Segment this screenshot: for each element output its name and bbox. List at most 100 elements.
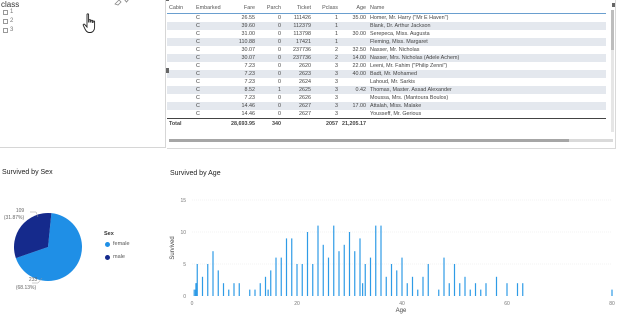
- resize-handle[interactable]: [612, 3, 615, 7]
- bar[interactable]: [285, 238, 288, 296]
- table-row[interactable]: C 39.60 0 112379 1 Blank, Dr. Arthur Jackson: [167, 22, 606, 30]
- bar[interactable]: [448, 283, 450, 296]
- bar[interactable]: [422, 276, 424, 296]
- bar[interactable]: [267, 289, 269, 296]
- bar[interactable]: [322, 244, 324, 296]
- bar[interactable]: [516, 283, 519, 296]
- column-header-ticket[interactable]: Ticket: [283, 0, 313, 14]
- resize-handle[interactable]: [166, 68, 169, 73]
- bar[interactable]: [480, 289, 482, 296]
- bar[interactable]: [222, 283, 225, 296]
- column-header-cabin[interactable]: Cabin: [167, 0, 194, 14]
- column-header-embarked[interactable]: Embarked: [194, 0, 228, 14]
- bar[interactable]: [469, 289, 471, 296]
- table-row[interactable]: C 8.52 1 2625 3 0.42 Thomas, Master. Assad Ale…: [167, 86, 606, 94]
- vertical-scrollbar-thumb[interactable]: [611, 10, 614, 50]
- bar[interactable]: [275, 257, 277, 296]
- bar[interactable]: [249, 289, 251, 296]
- bar[interactable]: [217, 270, 219, 296]
- filter-slicer-card[interactable]: class 1 2 3: [0, 0, 166, 148]
- bar[interactable]: [333, 225, 335, 296]
- table-row[interactable]: C 26.55 0 111426 1 35.00 Homer, Mr. Harry ("Mr…: [167, 14, 606, 23]
- bar[interactable]: [459, 283, 461, 296]
- column-header-name[interactable]: Name: [367, 0, 606, 14]
- checkbox-icon[interactable]: [3, 9, 8, 15]
- bar[interactable]: [193, 289, 195, 296]
- bar[interactable]: [196, 264, 198, 296]
- table-row[interactable]: C 110.88 0 17421 1 Fleming, Miss. Margaret: [167, 38, 606, 46]
- bar[interactable]: [212, 251, 214, 296]
- bar[interactable]: [254, 289, 256, 296]
- bar[interactable]: [417, 289, 419, 296]
- bar[interactable]: [474, 283, 477, 296]
- column-header-pclass[interactable]: Pclass: [313, 0, 340, 14]
- table-row[interactable]: C 30.07 0 237736 2 32.50 Nasser, Mr. Nicholas: [167, 46, 606, 54]
- bar[interactable]: [396, 270, 398, 296]
- bar[interactable]: [522, 283, 524, 296]
- bar[interactable]: [343, 244, 345, 296]
- bar-chart[interactable]: 0 5 10 15 0 20 40 60 80 Survived Age: [168, 180, 618, 316]
- filter-option-1[interactable]: 1: [3, 9, 13, 15]
- passenger-table-card[interactable]: Cabin Embarked Fare Parch Ticket Pclass Age Nam…: [167, 0, 616, 149]
- bar[interactable]: [453, 264, 456, 296]
- bar[interactable]: [207, 264, 209, 296]
- bar[interactable]: [301, 264, 303, 296]
- bar[interactable]: [464, 276, 466, 296]
- bar[interactable]: [280, 257, 282, 296]
- table-row[interactable]: C 7.23 0 2626 3 Moussa, Mrs. (Mantoura Boulos…: [167, 94, 606, 102]
- table-row[interactable]: C 31.00 0 113798 1 30.00 Serepeca, Miss. Augus…: [167, 30, 606, 38]
- bar[interactable]: [427, 264, 429, 296]
- bar[interactable]: [259, 283, 261, 296]
- filter-option-2[interactable]: 2: [3, 18, 13, 24]
- bar[interactable]: [385, 276, 387, 296]
- bar[interactable]: [296, 264, 298, 296]
- bar[interactable]: [270, 270, 272, 296]
- bar[interactable]: [438, 289, 440, 296]
- column-header-fare[interactable]: Fare: [228, 0, 257, 14]
- bar[interactable]: [390, 264, 393, 296]
- column-header-age[interactable]: Age: [340, 0, 368, 14]
- bar[interactable]: [201, 276, 204, 296]
- bar[interactable]: [375, 225, 377, 296]
- bar[interactable]: [317, 225, 319, 296]
- resize-handle[interactable]: [166, 0, 169, 1]
- legend-item-male[interactable]: male: [105, 254, 125, 260]
- table-row[interactable]: C 7.23 0 2623 3 40.00 Badt, Mr. Mohamed: [167, 70, 606, 78]
- bar[interactable]: [291, 238, 293, 296]
- table-row[interactable]: C 14.46 0 2627 3 Yousseff, Mr. Gerious: [167, 110, 606, 119]
- bar[interactable]: [264, 276, 267, 296]
- column-header-parch[interactable]: Parch: [257, 0, 283, 14]
- table-row[interactable]: C 7.23 0 2624 3 Lahoud, Mr. Sarkis: [167, 78, 606, 86]
- bar[interactable]: [312, 264, 314, 296]
- bar[interactable]: [348, 232, 351, 296]
- bar[interactable]: [327, 257, 330, 296]
- chevron-down-icon[interactable]: [123, 0, 130, 6]
- bar[interactable]: [495, 276, 498, 296]
- pie-chart[interactable]: 109 (31.87%) 233 (68.13%): [0, 180, 100, 300]
- bar[interactable]: [411, 276, 414, 296]
- bar[interactable]: [611, 289, 613, 296]
- legend-item-female[interactable]: female: [105, 241, 130, 247]
- filter-option-3[interactable]: 3: [3, 27, 13, 33]
- bar[interactable]: [443, 257, 445, 296]
- bar[interactable]: [380, 225, 382, 296]
- bar[interactable]: [364, 264, 366, 296]
- bar[interactable]: [362, 283, 364, 296]
- bar[interactable]: [406, 283, 408, 296]
- horizontal-scrollbar-thumb[interactable]: [169, 139, 569, 142]
- bar[interactable]: [506, 283, 508, 296]
- bar[interactable]: [233, 283, 235, 296]
- bar[interactable]: [228, 289, 230, 296]
- bar[interactable]: [306, 232, 309, 296]
- table-row[interactable]: C 7.23 0 2620 3 22.00 Leeni, Mr. Fahim ("Phili…: [167, 62, 606, 70]
- table-row[interactable]: C 14.46 0 2627 3 17.00 Attalah, Miss. Malake: [167, 102, 606, 110]
- bar[interactable]: [369, 257, 372, 296]
- table-row[interactable]: C 30.07 0 237736 2 14.00 Nasser, Mrs. Nicholas…: [167, 54, 606, 62]
- bar[interactable]: [401, 257, 403, 296]
- checkbox-icon[interactable]: [3, 18, 8, 24]
- checkbox-icon[interactable]: [3, 27, 8, 33]
- bar[interactable]: [238, 283, 240, 296]
- bar[interactable]: [354, 251, 356, 296]
- bar[interactable]: [338, 251, 340, 296]
- eraser-icon[interactable]: [114, 0, 122, 8]
